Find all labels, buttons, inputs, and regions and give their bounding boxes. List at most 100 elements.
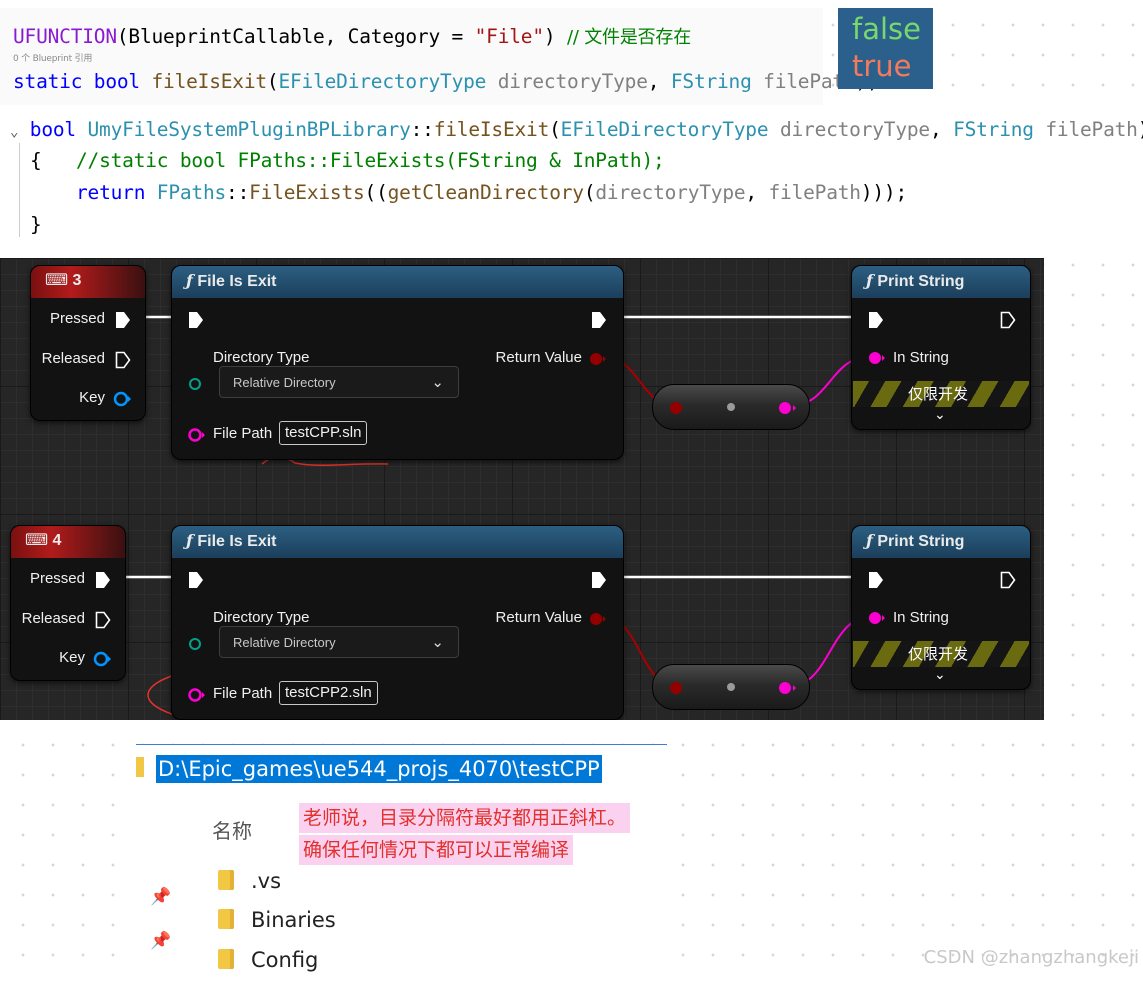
struct-pin-icon[interactable] bbox=[113, 390, 131, 408]
fold-chevron-icon[interactable]: ⌄ bbox=[10, 124, 18, 140]
function-header: ƒ File Is Exit bbox=[172, 266, 623, 298]
function-header: ƒ Print String bbox=[852, 526, 1030, 558]
print-string-node[interactable]: ƒ Print String In String 仅限开发 ⌄ bbox=[851, 265, 1031, 430]
enum-pin-icon[interactable] bbox=[188, 636, 204, 652]
annotation-note-line1: 老师说，目录分隔符最好都用正斜杠。 bbox=[299, 803, 631, 833]
definition-code: ⌄ bool UmyFileSystemPluginBPLibrary::fil… bbox=[0, 107, 1143, 258]
pressed-pin-label: Pressed bbox=[49, 310, 105, 327]
exec-out-pin-empty-icon[interactable] bbox=[1000, 311, 1016, 329]
string-pin-icon[interactable] bbox=[868, 350, 886, 366]
print-string-node[interactable]: ƒ Print String In String 仅限开发 ⌄ bbox=[851, 525, 1031, 690]
folder-name: .vs bbox=[251, 869, 282, 893]
key-event-node[interactable]: ⌨ 3 Pressed Released Key bbox=[30, 265, 146, 421]
folder-icon bbox=[136, 757, 144, 777]
folder-name: Config bbox=[251, 948, 319, 972]
file-is-exit-node[interactable]: ƒ File Is Exit Directory Type Return Val… bbox=[171, 525, 624, 720]
directory-type-dropdown[interactable]: Relative Directory ⌄ bbox=[219, 626, 459, 658]
in-string-label: In String bbox=[893, 349, 949, 366]
bool-to-string-node[interactable] bbox=[652, 664, 810, 710]
function-title: Print String bbox=[877, 273, 965, 290]
released-pin-label: Released bbox=[21, 610, 85, 627]
exec-out-pin-empty-icon[interactable] bbox=[1000, 571, 1016, 589]
folder-item[interactable]: Binaries bbox=[218, 908, 336, 932]
folder-item[interactable]: Config bbox=[218, 948, 318, 972]
declaration-line: static bool fileIsExit(EFileDirectoryTyp… bbox=[13, 70, 879, 93]
true-output: true bbox=[852, 49, 912, 83]
codelens-hint[interactable]: 0 个 Blueprint 引用 bbox=[13, 54, 92, 64]
folder-name: Binaries bbox=[251, 908, 336, 932]
conversion-pins bbox=[670, 402, 796, 414]
exec-pin-filled-icon[interactable] bbox=[95, 571, 111, 589]
exec-in-pin-icon[interactable] bbox=[188, 311, 204, 329]
expand-chevron-icon[interactable]: ⌄ bbox=[934, 666, 946, 683]
bool-to-string-node[interactable] bbox=[652, 384, 810, 430]
pin-icon[interactable]: 📌 bbox=[150, 931, 171, 951]
key-pin-label: Key bbox=[79, 389, 105, 406]
file-explorer: D:\Epic_games\ue544_projs_4070\testCPP 名… bbox=[136, 744, 667, 982]
annotation-note-line2: 确保任何情况下都可以正常编译 bbox=[299, 835, 574, 865]
exec-in-pin-icon[interactable] bbox=[868, 571, 884, 589]
file-path-input[interactable]: testCPP2.sln bbox=[279, 681, 378, 705]
file-path-label: File Path bbox=[213, 425, 273, 442]
string-pin-icon[interactable] bbox=[868, 610, 886, 626]
return-line: return FPaths::FileExists((getCleanDirec… bbox=[76, 181, 907, 204]
function-icon: ƒ bbox=[866, 531, 873, 550]
keyboard-icon: ⌨ bbox=[45, 272, 69, 289]
exec-pin-empty-icon[interactable] bbox=[115, 351, 131, 369]
directory-type-label: Directory Type bbox=[213, 349, 310, 366]
pressed-pin-label: Pressed bbox=[29, 570, 85, 587]
pin-icon[interactable]: 📌 bbox=[150, 887, 171, 907]
function-icon: ƒ bbox=[186, 271, 193, 290]
dropdown-value: Relative Directory bbox=[233, 635, 336, 650]
exec-pin-filled-icon[interactable] bbox=[115, 311, 131, 329]
bool-pin-icon[interactable] bbox=[589, 611, 607, 627]
chevron-down-icon: ⌄ bbox=[431, 634, 444, 651]
enum-pin-icon[interactable] bbox=[188, 376, 204, 392]
key-event-header: ⌨ 3 bbox=[31, 266, 145, 298]
function-icon: ƒ bbox=[186, 531, 193, 550]
function-icon: ƒ bbox=[866, 271, 873, 290]
development-only-label: 仅限开发 bbox=[908, 385, 969, 403]
comment-line: //static bool FPaths::FileExists(FString… bbox=[76, 149, 665, 172]
brace-open: { bbox=[30, 149, 42, 172]
ufunction-line: UFUNCTION(BlueprintCallable, Category = … bbox=[13, 25, 692, 48]
key-event-node[interactable]: ⌨ 4 Pressed Released Key bbox=[10, 525, 126, 681]
address-bar[interactable]: D:\Epic_games\ue544_projs_4070\testCPP bbox=[156, 755, 602, 783]
folder-icon bbox=[218, 909, 234, 929]
exec-pin-empty-icon[interactable] bbox=[95, 611, 111, 629]
file-path-input[interactable]: testCPP.sln bbox=[279, 421, 368, 445]
string-pin-icon[interactable] bbox=[188, 687, 206, 703]
blueprint-graph[interactable]: ⌨ 3 Pressed Released Key ƒ File Is Exit … bbox=[0, 258, 1044, 720]
keyboard-icon: ⌨ bbox=[25, 532, 49, 549]
function-header: ƒ File Is Exit bbox=[172, 526, 623, 558]
dropdown-value: Relative Directory bbox=[233, 375, 336, 390]
false-output: false bbox=[852, 12, 921, 46]
function-title: Print String bbox=[877, 533, 965, 550]
function-title: File Is Exit bbox=[197, 533, 277, 550]
brace-close: } bbox=[30, 213, 42, 236]
directory-type-dropdown[interactable]: Relative Directory ⌄ bbox=[219, 366, 459, 398]
exec-in-pin-icon[interactable] bbox=[868, 311, 884, 329]
bool-pin-icon[interactable] bbox=[589, 351, 607, 367]
return-value-label: Return Value bbox=[495, 349, 582, 366]
conversion-pins bbox=[670, 682, 796, 694]
string-pin-icon[interactable] bbox=[188, 427, 206, 443]
exec-out-pin-icon[interactable] bbox=[591, 311, 607, 329]
file-is-exit-node[interactable]: ƒ File Is Exit Directory Type Return Val… bbox=[171, 265, 624, 460]
function-header: ƒ Print String bbox=[852, 266, 1030, 298]
struct-pin-icon[interactable] bbox=[93, 650, 111, 668]
column-header-name[interactable]: 名称 bbox=[212, 815, 252, 844]
exec-out-pin-icon[interactable] bbox=[591, 571, 607, 589]
released-pin-label: Released bbox=[41, 350, 105, 367]
directory-type-label: Directory Type bbox=[213, 609, 310, 626]
key-label: 4 bbox=[52, 532, 62, 549]
chevron-down-icon: ⌄ bbox=[431, 374, 444, 391]
return-value-label: Return Value bbox=[495, 609, 582, 626]
watermark: CSDN @zhangzhangkeji bbox=[923, 947, 1139, 968]
folder-item[interactable]: .vs bbox=[218, 869, 281, 893]
definition-signature: ⌄ bool UmyFileSystemPluginBPLibrary::fil… bbox=[10, 118, 1143, 141]
in-string-label: In String bbox=[893, 609, 949, 626]
exec-in-pin-icon[interactable] bbox=[188, 571, 204, 589]
expand-chevron-icon[interactable]: ⌄ bbox=[934, 406, 946, 423]
development-only-label: 仅限开发 bbox=[908, 645, 969, 663]
